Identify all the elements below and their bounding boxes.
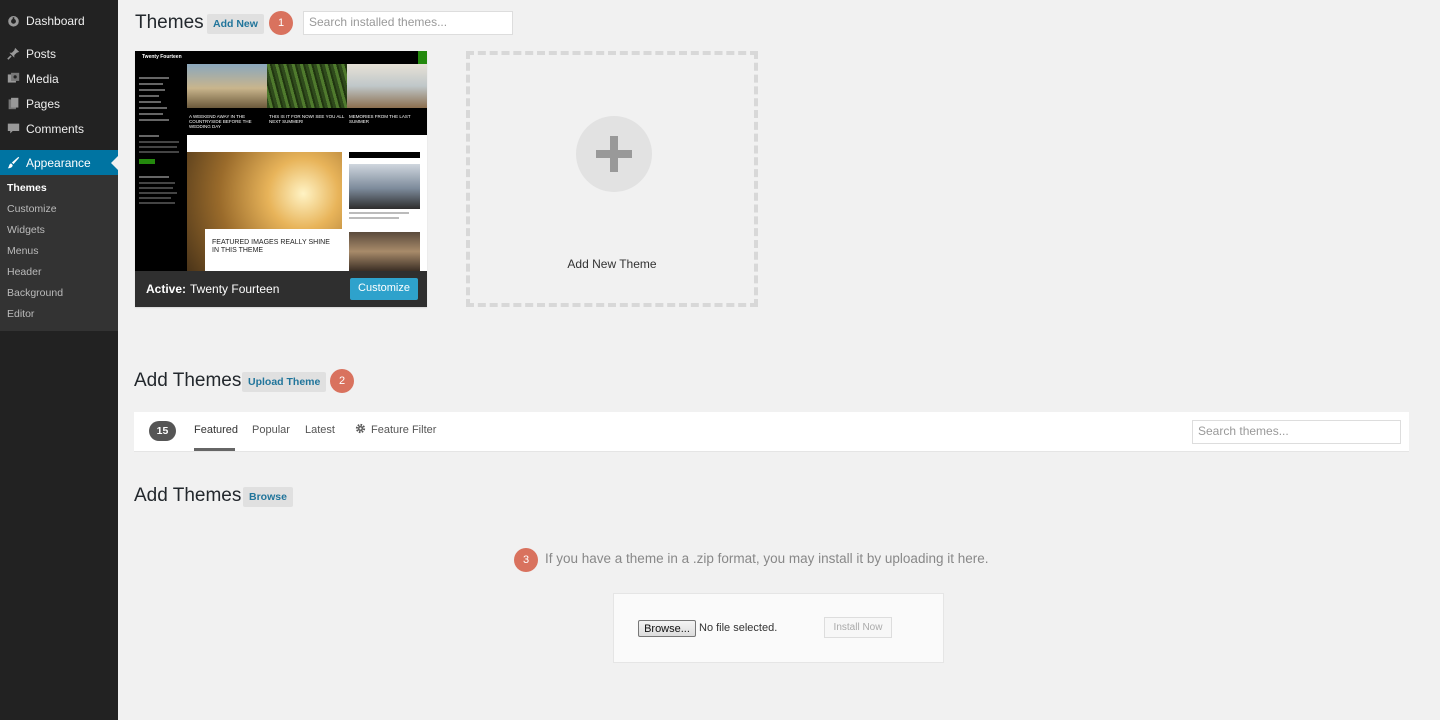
sidebar-item-label: Pages: [26, 96, 61, 111]
preview-site-title: Twenty Fourteen: [142, 54, 182, 60]
dashboard-icon: [6, 14, 20, 28]
paintbrush-icon: [6, 156, 20, 170]
upload-form: Browse... No file selected. Install Now: [613, 593, 944, 663]
sidebar-item-pages[interactable]: Pages: [0, 91, 118, 116]
appearance-submenu: Themes Customize Widgets Menus Header Ba…: [0, 175, 118, 331]
sidebar-item-label: Appearance: [26, 155, 91, 170]
search-themes-input[interactable]: Search themes...: [1192, 420, 1401, 444]
sidebar-item-label: Posts: [26, 46, 57, 61]
active-theme-card[interactable]: Twenty Fourteen A WEEKEND AWAY IN THE CO…: [135, 51, 427, 307]
add-themes-heading: Add Themes: [134, 370, 242, 391]
sidebar-item-comments[interactable]: Comments: [0, 116, 118, 141]
preview-featured-headline: FEATURED IMAGES REALLY SHINE IN THIS THE…: [212, 239, 330, 254]
active-prefix: Active:: [146, 282, 187, 296]
step-badge-1: 1: [269, 11, 293, 35]
upload-theme-button[interactable]: Upload Theme: [242, 372, 327, 392]
theme-filter-bar: 15 Featured Popular Latest Feature Filte…: [134, 412, 1409, 452]
add-new-theme-label: Add New Theme: [567, 257, 657, 271]
preview-headline-2: THIS IS IT FOR NOW! SEE YOU ALL NEXT SUM…: [269, 114, 345, 124]
file-status: No file selected.: [699, 622, 778, 634]
install-now-button[interactable]: Install Now: [824, 617, 892, 638]
sidebar-item-dashboard[interactable]: Dashboard: [0, 8, 118, 33]
theme-screenshot: Twenty Fourteen A WEEKEND AWAY IN THE CO…: [135, 51, 427, 271]
submenu-item-themes[interactable]: Themes: [0, 178, 118, 199]
file-browse-button[interactable]: Browse...: [638, 620, 696, 637]
browse-button[interactable]: Browse: [243, 487, 293, 507]
comment-icon: [6, 122, 20, 136]
tab-popular[interactable]: Popular: [252, 424, 290, 436]
submenu-item-menus[interactable]: Menus: [0, 241, 118, 262]
sidebar-item-label: Media: [26, 71, 59, 86]
tab-latest[interactable]: Latest: [305, 424, 335, 436]
preview-headline-3: MEMORIES FROM THE LAST SUMMER: [349, 114, 411, 124]
pages-icon: [6, 97, 20, 111]
sidebar-item-appearance[interactable]: Appearance: [0, 150, 118, 175]
preview-headline-1: A WEEKEND AWAY IN THE COUNTRYSIDE BEFORE…: [189, 114, 252, 129]
active-tab-indicator: [194, 448, 235, 451]
upload-instruction: If you have a theme in a .zip format, yo…: [545, 551, 989, 566]
media-icon: [6, 72, 20, 86]
active-theme-name: Twenty Fourteen: [190, 282, 280, 296]
gear-icon: [355, 423, 366, 437]
admin-sidebar: Dashboard Posts Media Pages Comments App…: [0, 0, 118, 720]
add-new-theme-card[interactable]: Add New Theme: [466, 51, 758, 307]
plus-icon: [576, 116, 652, 192]
step-badge-2: 2: [330, 369, 354, 393]
submenu-item-widgets[interactable]: Widgets: [0, 220, 118, 241]
sidebar-item-media[interactable]: Media: [0, 66, 118, 91]
sidebar-item-posts[interactable]: Posts: [0, 41, 118, 66]
add-new-button[interactable]: Add New: [207, 14, 264, 34]
submenu-item-header[interactable]: Header: [0, 262, 118, 283]
customize-button[interactable]: Customize: [350, 278, 418, 300]
feature-filter-link[interactable]: Feature Filter: [371, 424, 436, 436]
submenu-item-background[interactable]: Background: [0, 283, 118, 304]
page-title: Themes: [135, 12, 204, 33]
submenu-item-editor[interactable]: Editor: [0, 304, 118, 325]
theme-count-badge: 15: [149, 421, 176, 441]
theme-card-footer: Active: Twenty Fourteen Customize: [135, 271, 427, 307]
step-badge-3: 3: [514, 548, 538, 572]
sidebar-item-label: Dashboard: [26, 13, 85, 28]
add-themes-heading-browse: Add Themes: [134, 485, 242, 506]
pin-icon: [6, 47, 20, 61]
submenu-item-customize[interactable]: Customize: [0, 199, 118, 220]
sidebar-item-label: Comments: [26, 121, 85, 136]
tab-featured[interactable]: Featured: [194, 424, 238, 436]
search-installed-themes-input[interactable]: Search installed themes...: [303, 11, 513, 35]
